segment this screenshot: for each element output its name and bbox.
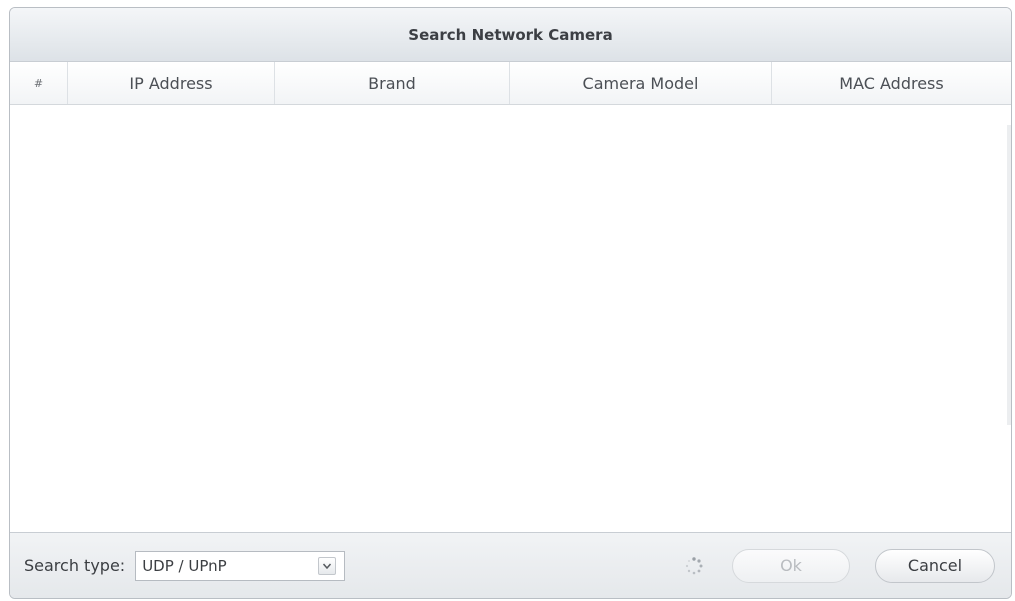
dialog-title: Search Network Camera (408, 25, 613, 44)
column-header-mac-address[interactable]: MAC Address (772, 62, 1011, 104)
column-header-camera-model[interactable]: Camera Model (510, 62, 772, 104)
dialog-titlebar: Search Network Camera (10, 8, 1011, 62)
dialog-footer: Search type: UDP / UPnP Ok Cancel (10, 532, 1011, 598)
column-header-number[interactable]: # (10, 62, 68, 104)
loading-spinner-icon (685, 556, 703, 574)
column-header-ip-address[interactable]: IP Address (68, 62, 275, 104)
column-header-brand[interactable]: Brand (275, 62, 510, 104)
search-type-value: UDP / UPnP (142, 556, 227, 575)
search-type-label: Search type: (24, 556, 126, 575)
cancel-button[interactable]: Cancel (875, 548, 995, 583)
camera-results-list[interactable] (10, 105, 1011, 535)
chevron-down-icon[interactable] (318, 556, 337, 575)
search-network-camera-dialog: Search Network Camera # IP Address Brand… (9, 7, 1012, 599)
search-type-select[interactable]: UDP / UPnP (135, 550, 346, 581)
ok-button[interactable]: Ok (732, 548, 850, 583)
table-header: # IP Address Brand Camera Model MAC Addr… (10, 62, 1011, 105)
scrollbar-track[interactable] (1007, 125, 1011, 425)
